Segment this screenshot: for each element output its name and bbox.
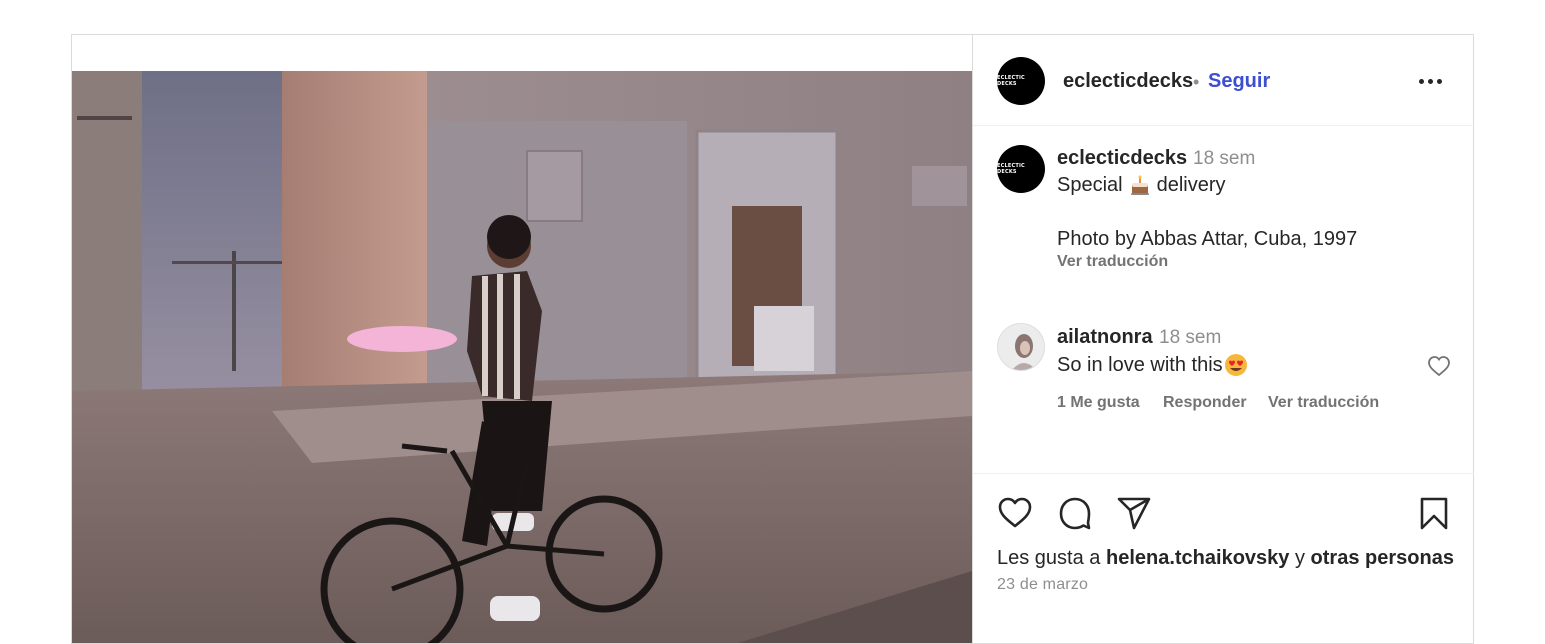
header-separator: •: [1193, 72, 1200, 92]
caption-translate-link[interactable]: Ver traducción: [1057, 253, 1168, 271]
instagram-post: ECLECTIC DECKS eclecticdecks • Seguir EC…: [71, 34, 1474, 644]
caption-credit: Photo by Abbas Attar, Cuba, 1997: [1057, 228, 1358, 250]
heart-eyes-emoji-icon: [1224, 354, 1247, 376]
commenter-photo: [998, 324, 1044, 370]
comment-text: So in love with this: [1057, 353, 1248, 377]
comment-bubble-icon[interactable]: [1057, 495, 1093, 531]
likes-summary: Les gusta a helena.tchaikovsky y otras p…: [997, 547, 1454, 570]
comment-reply-link[interactable]: Responder: [1163, 394, 1247, 412]
comment-username[interactable]: ailatnonra: [1057, 326, 1153, 349]
comment-likes-count[interactable]: 1 Me gusta: [1057, 394, 1140, 412]
likes-user-link[interactable]: helena.tchaikovsky: [1106, 547, 1289, 569]
actions-divider: [973, 473, 1474, 474]
author-avatar[interactable]: ECLECTIC DECKS: [997, 57, 1045, 105]
likes-prefix: Les gusta a: [997, 547, 1101, 569]
comment-like-heart-icon[interactable]: [1427, 355, 1451, 377]
cake-emoji-icon: [1130, 175, 1149, 195]
caption-text-after: delivery: [1156, 174, 1226, 196]
caption-author-avatar[interactable]: ECLECTIC DECKS: [997, 145, 1045, 193]
post-header: ECLECTIC DECKS eclecticdecks • Seguir: [973, 35, 1474, 126]
caption-username[interactable]: eclecticdecks: [1057, 147, 1187, 170]
follow-button[interactable]: Seguir: [1208, 70, 1270, 93]
more-options-icon[interactable]: [1419, 79, 1442, 84]
caption-timestamp[interactable]: 18 sem: [1193, 148, 1255, 170]
likes-joiner: y: [1294, 547, 1305, 569]
post-photo: [72, 71, 972, 643]
share-send-icon[interactable]: [1116, 495, 1152, 531]
like-heart-icon[interactable]: [997, 495, 1033, 531]
post-sidebar: ECLECTIC DECKS eclecticdecks • Seguir EC…: [973, 35, 1474, 643]
comment-body: So in love with this: [1057, 353, 1223, 376]
comment-timestamp[interactable]: 18 sem: [1159, 327, 1221, 349]
post-media: [72, 35, 973, 643]
comment-translate-link[interactable]: Ver traducción: [1268, 394, 1379, 412]
author-username[interactable]: eclecticdecks: [1063, 70, 1193, 93]
likes-others-link[interactable]: otras personas: [1311, 547, 1454, 569]
avatar-logo-text: ECLECTIC DECKS: [997, 75, 1025, 87]
caption-text: Special delivery: [1057, 174, 1226, 197]
avatar-logo-text: ECLECTIC DECKS: [997, 163, 1025, 175]
save-bookmark-icon[interactable]: [1416, 495, 1452, 531]
commenter-avatar[interactable]: [997, 323, 1045, 371]
caption-text-before: Special: [1057, 174, 1123, 196]
post-date[interactable]: 23 de marzo: [997, 576, 1088, 594]
